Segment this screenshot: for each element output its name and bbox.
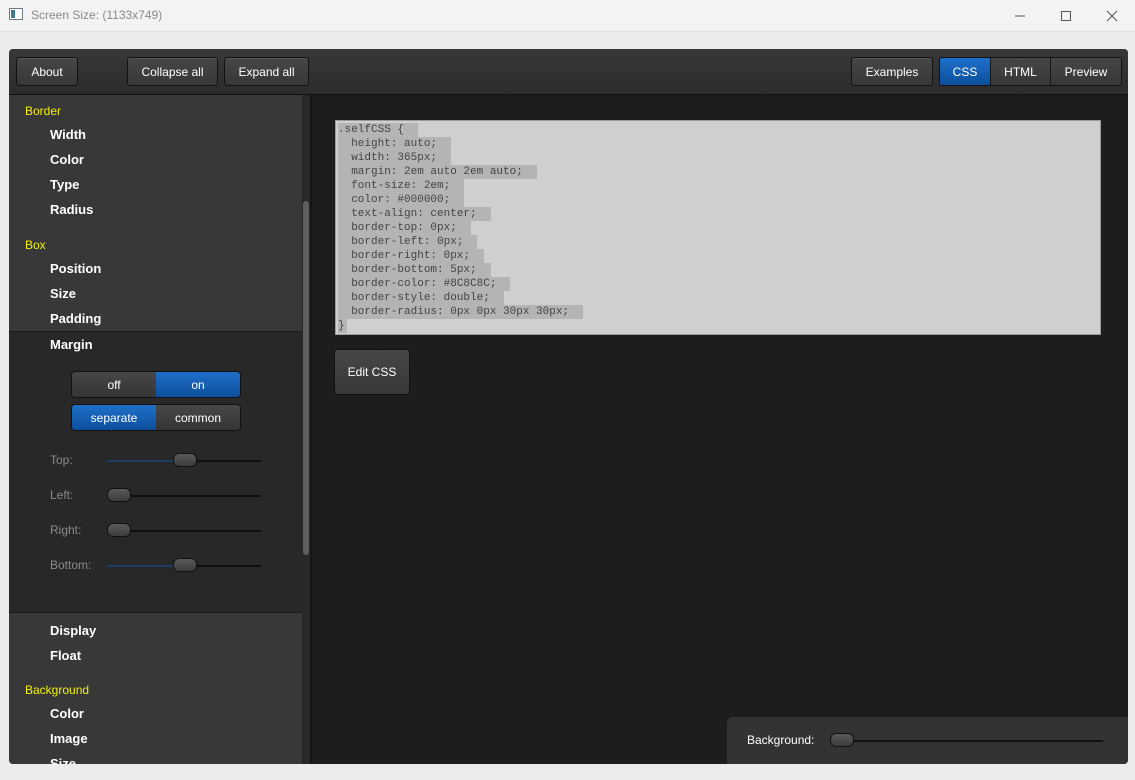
code-line: border-top: 0px; [338, 221, 471, 235]
close-button[interactable] [1089, 0, 1135, 31]
slider-thumb[interactable] [107, 523, 131, 537]
background-label: Background: [747, 733, 815, 747]
margin-right-label: Right: [50, 523, 82, 537]
margin-separate-option[interactable]: separate [72, 405, 156, 430]
sidebar-item-size[interactable]: Size [50, 286, 76, 301]
code-line: text-align: center; [338, 207, 491, 221]
slider-thumb[interactable] [173, 453, 197, 467]
maximize-button[interactable] [1043, 0, 1089, 31]
background-slider[interactable] [830, 733, 1103, 747]
margin-section: Margin off on separate common Top: Left:… [9, 331, 302, 613]
code-line: border-bottom: 5px; [338, 263, 491, 277]
window-title: Screen Size: (1133x749) [31, 8, 163, 22]
tab-css[interactable]: CSS [940, 58, 990, 85]
window-titlebar: Screen Size: (1133x749) [0, 0, 1135, 32]
margin-off-option[interactable]: off [72, 372, 156, 397]
code-line: .selfCSS { [338, 123, 419, 137]
collapse-all-button[interactable]: Collapse all [127, 57, 218, 86]
slider-thumb[interactable] [830, 733, 854, 747]
margin-bottom-slider[interactable] [107, 558, 261, 572]
margin-left-slider[interactable] [107, 488, 261, 502]
code-line: border-style: double; [338, 291, 504, 305]
code-line: width: 365px; [338, 151, 452, 165]
code-line: height: auto; [338, 137, 452, 151]
sidebar-item-position[interactable]: Position [50, 261, 101, 276]
category-border[interactable]: Border [25, 104, 61, 118]
margin-top-label: Top: [50, 453, 73, 467]
app-frame: About Collapse all Expand all Examples C… [9, 49, 1128, 764]
background-panel: Background: [727, 717, 1128, 764]
about-button[interactable]: About [16, 57, 78, 86]
sidebar-item-padding[interactable]: Padding [50, 311, 101, 326]
app-icon [9, 8, 23, 20]
panel-divider[interactable] [310, 95, 312, 764]
view-tabs: CSS HTML Preview [939, 57, 1122, 86]
code-line: } [338, 319, 347, 333]
margin-bottom-label: Bottom: [50, 558, 92, 572]
scrollbar-thumb[interactable] [303, 201, 309, 555]
minimize-button[interactable] [997, 0, 1043, 31]
maximize-icon [1061, 10, 1071, 21]
examples-button[interactable]: Examples [851, 57, 933, 86]
tab-html[interactable]: HTML [990, 58, 1050, 85]
toolbar: About Collapse all Expand all Examples C… [9, 49, 1128, 95]
margin-left-label: Left: [50, 488, 74, 502]
category-background[interactable]: Background [25, 683, 89, 697]
margin-top-slider[interactable] [107, 453, 261, 467]
tab-preview[interactable]: Preview [1050, 58, 1121, 85]
code-line: border-left: 0px; [338, 235, 478, 249]
code-line: border-color: #8C8C8C; [338, 277, 511, 291]
sidebar-item-background-image[interactable]: Image [50, 731, 88, 746]
code-line: border-radius: 0px 0px 30px 30px; [338, 305, 584, 319]
code-line: font-size: 2em; [338, 179, 465, 193]
minimize-icon [1015, 15, 1025, 16]
sidebar-item-border-type[interactable]: Type [50, 177, 79, 192]
margin-mode-toggle: separate common [71, 404, 241, 431]
sidebar-item-background-color[interactable]: Color [50, 706, 84, 721]
code-line: color: #000000; [338, 193, 465, 207]
slider-thumb[interactable] [173, 558, 197, 572]
sidebar-item-background-size[interactable]: Size [50, 756, 76, 764]
css-code-view[interactable]: .selfCSS { height: auto; width: 365px; m… [335, 120, 1101, 335]
sidebar-item-display[interactable]: Display [50, 623, 96, 638]
slider-thumb[interactable] [107, 488, 131, 502]
sidebar-item-border-color[interactable]: Color [50, 152, 84, 167]
sidebar-scrollbar[interactable] [302, 95, 310, 764]
code-line: border-right: 0px; [338, 249, 485, 263]
margin-on-off-toggle: off on [71, 371, 241, 398]
sidebar-item-border-radius[interactable]: Radius [50, 202, 93, 217]
edit-css-button[interactable]: Edit CSS [334, 349, 410, 395]
margin-on-option[interactable]: on [156, 372, 240, 397]
margin-common-option[interactable]: common [156, 405, 240, 430]
sidebar-item-margin[interactable]: Margin [50, 337, 93, 352]
margin-right-slider[interactable] [107, 523, 261, 537]
expand-all-button[interactable]: Expand all [224, 57, 309, 86]
property-panel: Border Width Color Type Radius Box Posit… [9, 95, 302, 764]
sidebar-item-float[interactable]: Float [50, 648, 81, 663]
code-line: margin: 2em auto 2em auto; [338, 165, 537, 179]
close-icon [1106, 10, 1118, 21]
sidebar-item-border-width[interactable]: Width [50, 127, 86, 142]
category-box[interactable]: Box [25, 238, 46, 252]
